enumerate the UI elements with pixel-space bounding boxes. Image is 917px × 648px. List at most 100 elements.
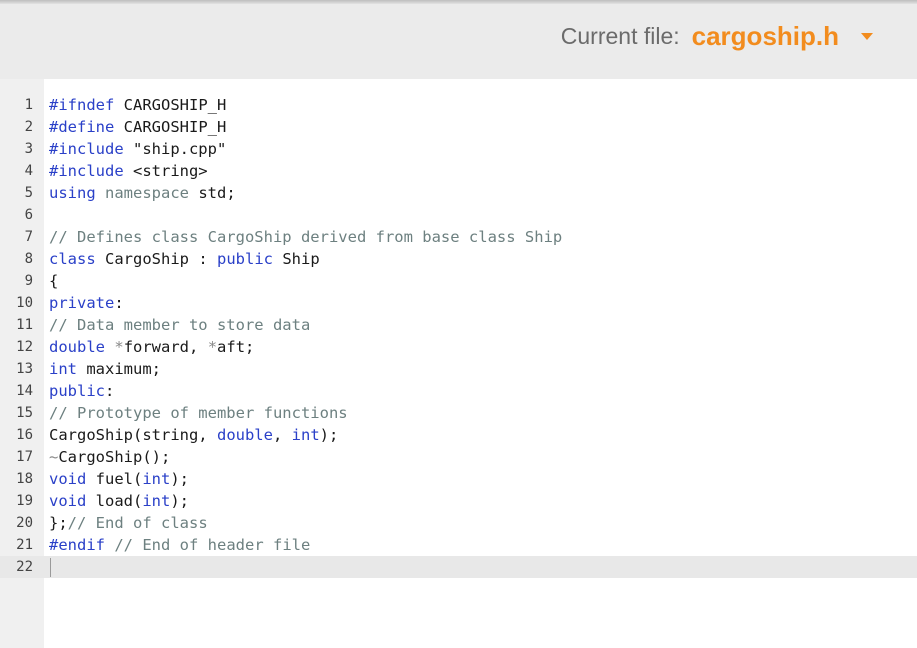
code-token: Ship	[273, 250, 320, 268]
line-number: 2	[24, 119, 33, 135]
code-token: // End of header file	[114, 536, 311, 554]
line-number: 10	[16, 295, 33, 311]
code-token: using	[49, 184, 96, 202]
code-token: load(	[86, 492, 143, 510]
code-token: #endif	[49, 536, 105, 554]
code-line[interactable]: 1 #ifndef CARGOSHIP_H	[0, 94, 917, 116]
line-number: 6	[24, 207, 33, 223]
code-editor[interactable]: 1 #ifndef CARGOSHIP_H 2 #define CARGOSHIP_H…	[0, 79, 917, 648]
code-line[interactable]: 20};// End of class	[0, 512, 917, 534]
code-token: CARGOSHIP_H	[114, 96, 227, 114]
line-number: 19	[16, 493, 33, 509]
line-number: 20	[16, 515, 33, 531]
code-token: #define	[49, 118, 115, 136]
code-token: int	[142, 492, 171, 510]
line-number: 13	[16, 361, 33, 377]
line-number: 16	[16, 427, 33, 443]
code-token: CARGOSHIP_H	[114, 118, 227, 136]
code-token: void	[49, 470, 87, 488]
line-code[interactable]: #ifndef CARGOSHIP_H	[49, 94, 226, 116]
code-line[interactable]: 8 class CargoShip : public Ship	[0, 248, 917, 270]
code-token: public	[49, 382, 105, 400]
line-code[interactable]: using namespace std;	[49, 182, 236, 204]
line-code[interactable]: int maximum;	[49, 358, 161, 380]
line-code[interactable]: #include <string>	[49, 160, 208, 182]
code-token: );	[170, 470, 189, 488]
line-number: 22	[16, 559, 33, 575]
line-number: 12	[16, 339, 33, 355]
current-file-name[interactable]: cargoship.h	[692, 21, 839, 52]
line-code[interactable]: private:	[49, 292, 124, 314]
code-token: private	[49, 294, 115, 312]
code-token: maximum;	[77, 360, 161, 378]
caret-down-icon[interactable]	[861, 33, 873, 40]
line-code[interactable]: // Data member to store data	[49, 314, 310, 336]
line-code[interactable]: class CargoShip : public Ship	[49, 248, 320, 270]
code-line[interactable]: 15 // Prototype of member functions	[0, 402, 917, 424]
line-number: 8	[24, 251, 33, 267]
line-code[interactable]: void load(int);	[49, 490, 189, 512]
code-token: :	[114, 294, 124, 312]
code-token: aft;	[217, 338, 255, 356]
code-line[interactable]: 6	[0, 204, 917, 226]
code-token: CargoShip(string,	[49, 426, 217, 444]
code-token: <string>	[123, 162, 208, 180]
code-line[interactable]: 12 double *forward, *aft;	[0, 336, 917, 358]
code-token: CargoShip();	[58, 448, 171, 466]
line-code[interactable]: public:	[49, 380, 114, 402]
line-code[interactable]: CargoShip(string, double, int);	[49, 424, 338, 446]
code-token: void	[49, 492, 87, 510]
code-token: double	[216, 426, 273, 444]
code-token: #ifndef	[49, 96, 115, 114]
code-token: // Data member to store data	[49, 316, 311, 334]
code-token: public	[217, 250, 273, 268]
line-code[interactable]: // Prototype of member functions	[49, 402, 348, 424]
line-code[interactable]: #include "ship.cpp"	[49, 138, 226, 160]
line-code[interactable]: {	[49, 270, 58, 292]
line-number: 14	[16, 383, 33, 399]
code-line[interactable]: 14 public:	[0, 380, 917, 402]
code-token: namespace	[105, 184, 190, 202]
code-token: // End of class	[67, 514, 208, 532]
code-token: {	[49, 272, 59, 290]
line-code[interactable]: #define CARGOSHIP_H	[49, 116, 226, 138]
code-line[interactable]: 2 #define CARGOSHIP_H	[0, 116, 917, 138]
code-line[interactable]: 16 CargoShip(string, double, int);	[0, 424, 917, 446]
line-code[interactable]: // Defines class CargoShip derived from …	[49, 226, 562, 248]
code-line[interactable]: 21 #endif // End of header file	[0, 534, 917, 556]
current-file-label: Current file:	[560, 22, 680, 49]
code-line[interactable]: 13 int maximum;	[0, 358, 917, 380]
code-token: int	[49, 360, 77, 378]
code-token: fuel(	[86, 470, 143, 488]
code-line[interactable]: 11 // Data member to store data	[0, 314, 917, 336]
code-line[interactable]: 3 #include "ship.cpp"	[0, 138, 917, 160]
code-line[interactable]: 22	[0, 556, 917, 578]
line-code[interactable]: ~CargoShip();	[49, 446, 170, 468]
code-token: class	[49, 250, 96, 268]
code-token: );	[319, 426, 339, 444]
code-token: };	[49, 514, 68, 532]
code-line[interactable]: 9{	[0, 270, 917, 292]
code-token: forward,	[123, 338, 208, 356]
line-code[interactable]: double *forward, *aft;	[49, 336, 254, 358]
code-line[interactable]: 5 using namespace std;	[0, 182, 917, 204]
code-token: ,	[272, 426, 292, 444]
code-token: *	[207, 338, 218, 356]
text-cursor	[50, 558, 51, 577]
line-code[interactable]: void fuel(int);	[49, 468, 189, 490]
line-number: 11	[16, 317, 33, 333]
code-line[interactable]: 10 private:	[0, 292, 917, 314]
line-number: 17	[16, 449, 33, 465]
line-number: 5	[24, 185, 33, 201]
line-code[interactable]: #endif // End of header file	[49, 534, 310, 556]
code-line[interactable]: 4 #include <string>	[0, 160, 917, 182]
code-token: CargoShip :	[95, 250, 217, 268]
code-line[interactable]: 17 ~CargoShip();	[0, 446, 917, 468]
code-lines[interactable]: 1 #ifndef CARGOSHIP_H 2 #define CARGOSHIP_H…	[0, 94, 917, 578]
file-selector-dropdown[interactable]: Current file: cargoship.h	[560, 18, 873, 54]
code-line[interactable]: 19 void load(int);	[0, 490, 917, 512]
code-line[interactable]: 18 void fuel(int);	[0, 468, 917, 490]
line-code[interactable]: };// End of class	[49, 512, 208, 534]
code-line[interactable]: 7 // Defines class CargoShip derived from…	[0, 226, 917, 248]
